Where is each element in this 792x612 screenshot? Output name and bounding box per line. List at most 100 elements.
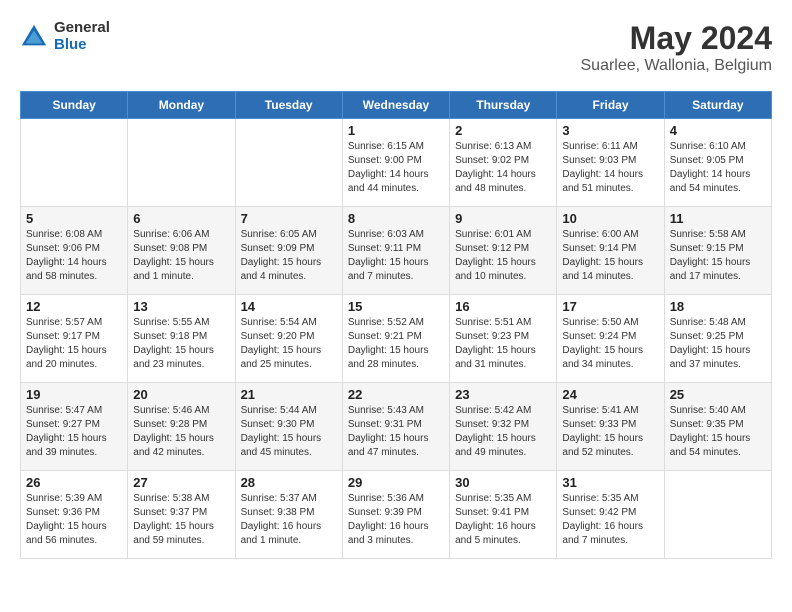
logo-text: General Blue [54, 20, 110, 53]
day-info: Sunrise: 5:46 AM Sunset: 9:28 PM Dayligh… [133, 404, 229, 460]
day-cell [21, 119, 128, 207]
day-cell [235, 119, 342, 207]
day-cell: 18 Sunrise: 5:48 AM Sunset: 9:25 PM Dayli… [664, 295, 771, 383]
day-cell: 23 Sunrise: 5:42 AM Sunset: 9:32 PM Dayli… [450, 383, 557, 471]
weekday-header-sunday: Sunday [21, 92, 128, 119]
day-number: 11 [670, 211, 766, 226]
day-number: 3 [562, 123, 658, 138]
day-number: 20 [133, 387, 229, 402]
day-info: Sunrise: 5:37 AM Sunset: 9:38 PM Dayligh… [241, 492, 337, 548]
day-number: 1 [348, 123, 444, 138]
day-cell: 9 Sunrise: 6:01 AM Sunset: 9:12 PM Daylig… [450, 207, 557, 295]
day-number: 31 [562, 475, 658, 490]
day-number: 6 [133, 211, 229, 226]
day-number: 29 [348, 475, 444, 490]
week-row-4: 19 Sunrise: 5:47 AM Sunset: 9:27 PM Dayli… [21, 383, 772, 471]
logo-general: General [54, 20, 110, 37]
week-row-5: 26Sunrise: 5:39 AM Sunset: 9:36 PM Dayli… [21, 471, 772, 559]
day-cell: 28Sunrise: 5:37 AM Sunset: 9:38 PM Dayli… [235, 471, 342, 559]
day-cell: 26Sunrise: 5:39 AM Sunset: 9:36 PM Dayli… [21, 471, 128, 559]
day-cell: 15 Sunrise: 5:52 AM Sunset: 9:21 PM Dayli… [342, 295, 449, 383]
day-info: Sunrise: 6:06 AM Sunset: 9:08 PM Dayligh… [133, 228, 229, 284]
day-cell: 25Sunrise: 5:40 AM Sunset: 9:35 PM Dayli… [664, 383, 771, 471]
calendar-table: SundayMondayTuesdayWednesdayThursdayFrid… [20, 91, 772, 559]
weekday-header-saturday: Saturday [664, 92, 771, 119]
day-cell: 12 Sunrise: 5:57 AM Sunset: 9:17 PM Dayli… [21, 295, 128, 383]
day-number: 9 [455, 211, 551, 226]
day-info: Sunrise: 5:41 AM Sunset: 9:33 PM Dayligh… [562, 404, 658, 460]
day-cell [128, 119, 235, 207]
title-block: May 2024 Suarlee, Wallonia, Belgium [581, 20, 773, 75]
day-info: Sunrise: 6:15 AM Sunset: 9:00 PM Dayligh… [348, 140, 444, 196]
day-number: 23 [455, 387, 551, 402]
day-info: Sunrise: 5:47 AM Sunset: 9:27 PM Dayligh… [26, 404, 122, 460]
logo-blue: Blue [54, 37, 110, 54]
logo: General Blue [20, 20, 110, 53]
day-cell: 20 Sunrise: 5:46 AM Sunset: 9:28 PM Dayli… [128, 383, 235, 471]
day-info: Sunrise: 6:01 AM Sunset: 9:12 PM Dayligh… [455, 228, 551, 284]
day-cell: 31 Sunrise: 5:35 AM Sunset: 9:42 PM Dayli… [557, 471, 664, 559]
day-cell: 16Sunrise: 5:51 AM Sunset: 9:23 PM Dayli… [450, 295, 557, 383]
day-number: 4 [670, 123, 766, 138]
day-number: 19 [26, 387, 122, 402]
day-cell: 7 Sunrise: 6:05 AM Sunset: 9:09 PM Daylig… [235, 207, 342, 295]
day-cell: 30Sunrise: 5:35 AM Sunset: 9:41 PM Dayli… [450, 471, 557, 559]
day-cell: 6 Sunrise: 6:06 AM Sunset: 9:08 PM Daylig… [128, 207, 235, 295]
day-info: Sunrise: 5:36 AM Sunset: 9:39 PM Dayligh… [348, 492, 444, 548]
weekday-header-row: SundayMondayTuesdayWednesdayThursdayFrid… [21, 92, 772, 119]
week-row-3: 12 Sunrise: 5:57 AM Sunset: 9:17 PM Dayli… [21, 295, 772, 383]
day-info: Sunrise: 5:55 AM Sunset: 9:18 PM Dayligh… [133, 316, 229, 372]
day-info: Sunrise: 6:13 AM Sunset: 9:02 PM Dayligh… [455, 140, 551, 196]
day-number: 7 [241, 211, 337, 226]
day-number: 2 [455, 123, 551, 138]
day-info: Sunrise: 5:54 AM Sunset: 9:20 PM Dayligh… [241, 316, 337, 372]
day-info: Sunrise: 6:10 AM Sunset: 9:05 PM Dayligh… [670, 140, 766, 196]
day-info: Sunrise: 5:38 AM Sunset: 9:37 PM Dayligh… [133, 492, 229, 548]
week-row-1: 1 Sunrise: 6:15 AM Sunset: 9:00 PM Daylig… [21, 119, 772, 207]
day-info: Sunrise: 5:35 AM Sunset: 9:42 PM Dayligh… [562, 492, 658, 548]
day-info: Sunrise: 5:52 AM Sunset: 9:21 PM Dayligh… [348, 316, 444, 372]
weekday-header-tuesday: Tuesday [235, 92, 342, 119]
day-cell: 4 Sunrise: 6:10 AM Sunset: 9:05 PM Daylig… [664, 119, 771, 207]
day-cell: 10 Sunrise: 6:00 AM Sunset: 9:14 PM Dayli… [557, 207, 664, 295]
day-number: 8 [348, 211, 444, 226]
day-cell: 21Sunrise: 5:44 AM Sunset: 9:30 PM Dayli… [235, 383, 342, 471]
day-number: 15 [348, 299, 444, 314]
day-info: Sunrise: 5:57 AM Sunset: 9:17 PM Dayligh… [26, 316, 122, 372]
day-cell: 22Sunrise: 5:43 AM Sunset: 9:31 PM Dayli… [342, 383, 449, 471]
day-cell: 17 Sunrise: 5:50 AM Sunset: 9:24 PM Dayli… [557, 295, 664, 383]
day-info: Sunrise: 5:42 AM Sunset: 9:32 PM Dayligh… [455, 404, 551, 460]
day-cell [664, 471, 771, 559]
day-number: 12 [26, 299, 122, 314]
weekday-header-monday: Monday [128, 92, 235, 119]
day-number: 13 [133, 299, 229, 314]
day-info: Sunrise: 5:50 AM Sunset: 9:24 PM Dayligh… [562, 316, 658, 372]
day-info: Sunrise: 5:58 AM Sunset: 9:15 PM Dayligh… [670, 228, 766, 284]
day-info: Sunrise: 6:08 AM Sunset: 9:06 PM Dayligh… [26, 228, 122, 284]
day-number: 17 [562, 299, 658, 314]
day-number: 26 [26, 475, 122, 490]
month-title: May 2024 [581, 20, 773, 57]
weekday-header-thursday: Thursday [450, 92, 557, 119]
location-title: Suarlee, Wallonia, Belgium [581, 57, 773, 75]
day-info: Sunrise: 5:48 AM Sunset: 9:25 PM Dayligh… [670, 316, 766, 372]
day-cell: 27 Sunrise: 5:38 AM Sunset: 9:37 PM Dayli… [128, 471, 235, 559]
weekday-header-friday: Friday [557, 92, 664, 119]
weekday-header-wednesday: Wednesday [342, 92, 449, 119]
day-info: Sunrise: 6:05 AM Sunset: 9:09 PM Dayligh… [241, 228, 337, 284]
day-number: 5 [26, 211, 122, 226]
day-cell: 11 Sunrise: 5:58 AM Sunset: 9:15 PM Dayli… [664, 207, 771, 295]
day-cell: 14 Sunrise: 5:54 AM Sunset: 9:20 PM Dayli… [235, 295, 342, 383]
day-info: Sunrise: 5:43 AM Sunset: 9:31 PM Dayligh… [348, 404, 444, 460]
day-number: 10 [562, 211, 658, 226]
logo-icon [20, 23, 48, 51]
day-cell: 29 Sunrise: 5:36 AM Sunset: 9:39 PM Dayli… [342, 471, 449, 559]
day-cell: 1 Sunrise: 6:15 AM Sunset: 9:00 PM Daylig… [342, 119, 449, 207]
day-number: 18 [670, 299, 766, 314]
day-info: Sunrise: 5:40 AM Sunset: 9:35 PM Dayligh… [670, 404, 766, 460]
day-cell: 8Sunrise: 6:03 AM Sunset: 9:11 PM Daylig… [342, 207, 449, 295]
page-header: General Blue May 2024 Suarlee, Wallonia,… [20, 20, 772, 75]
day-info: Sunrise: 6:00 AM Sunset: 9:14 PM Dayligh… [562, 228, 658, 284]
day-number: 27 [133, 475, 229, 490]
day-number: 14 [241, 299, 337, 314]
